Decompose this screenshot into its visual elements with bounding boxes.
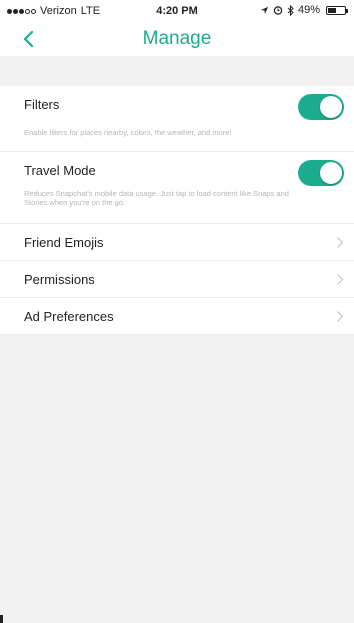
page-title: Manage [142, 28, 212, 49]
status-bar: Verizon LTE 4:20 PM 49% [0, 0, 354, 22]
chevron-right-icon [337, 311, 344, 322]
alarm-clock-icon [273, 6, 283, 15]
permissions-row[interactable]: Permissions [0, 261, 354, 298]
filters-label: Filters [24, 97, 60, 112]
filters-toggle[interactable] [298, 94, 344, 120]
ad-preferences-label: Ad Preferences [24, 309, 114, 324]
travel-mode-description: Reduces Snapchat's mobile data usage. Ju… [24, 189, 289, 207]
toggle-knob [320, 162, 342, 184]
permissions-label: Permissions [24, 272, 95, 287]
travel-mode-setting-row: Travel Mode Reduces Snapchat's mobile da… [0, 152, 354, 224]
toggle-knob [320, 96, 342, 118]
travel-mode-label: Travel Mode [24, 163, 96, 178]
battery-percent: 49% [297, 4, 320, 16]
ad-preferences-row[interactable]: Ad Preferences [0, 298, 354, 335]
battery-fill [328, 7, 336, 13]
filters-description: Enable filters for places nearby, colors… [24, 128, 232, 137]
section-spacer [0, 56, 354, 86]
travel-mode-toggle[interactable] [298, 160, 344, 186]
navigation-bar: Manage [0, 22, 354, 56]
settings-list: Filters Enable filters for places nearby… [0, 86, 354, 335]
friend-emojis-label: Friend Emojis [24, 235, 104, 250]
status-indicators: 49% [260, 4, 348, 16]
chevron-right-icon [337, 237, 344, 248]
screen-edge-mark [0, 615, 3, 623]
filters-setting-row: Filters Enable filters for places nearby… [0, 86, 354, 152]
location-arrow-icon [260, 6, 269, 14]
battery-icon [326, 5, 348, 15]
bluetooth-icon [287, 4, 294, 16]
chevron-right-icon [337, 274, 344, 285]
friend-emojis-row[interactable]: Friend Emojis [0, 224, 354, 261]
